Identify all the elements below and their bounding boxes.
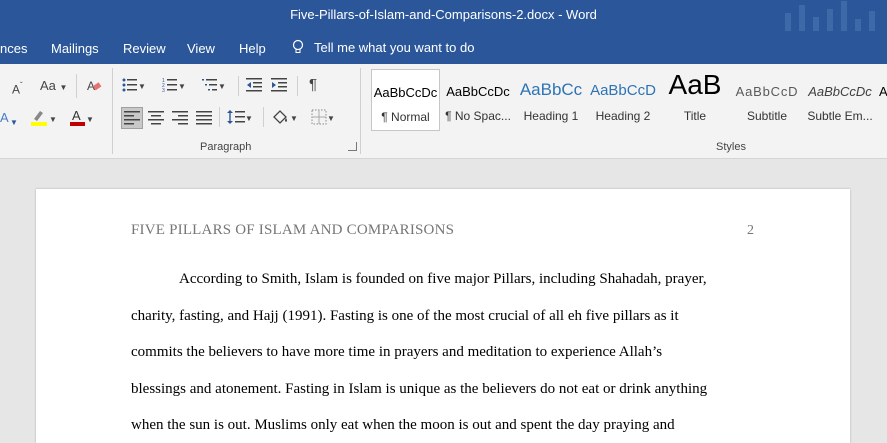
style-preview: AaBbCcDc [446,84,510,99]
font-size-decrease-button[interactable]: Aˇ [12,78,23,97]
style-preview: A [879,84,887,99]
paint-bucket-icon [273,110,287,124]
svg-text:A: A [0,110,9,125]
align-center-button[interactable] [148,110,164,130]
bullets-icon [122,78,137,92]
styles-gallery: AaBbCcDc ¶ Normal AaBbCcDc ¶ No Spac... … [369,69,887,131]
style-heading-2[interactable]: AaBbCcD Heading 2 [589,69,657,129]
decrease-indent-button[interactable] [246,77,262,97]
styles-group-label: Styles [716,141,746,153]
bullets-button[interactable]: ▼ [122,77,146,97]
style-no-spacing[interactable]: AaBbCcDc ¶ No Spac... [443,69,513,129]
style-preview: AaBbCcD [735,84,799,99]
style-name: Heading 1 [523,109,579,123]
title-bar-pattern [777,0,887,31]
style-preview: AaBbCcD [590,82,656,99]
tab-references[interactable]: nces [0,41,27,56]
paragraph-line: commits the believers to have more time … [131,344,663,360]
list-divider [238,76,239,96]
window-title: Five-Pillars-of-Islam-and-Comparisons-2.… [290,7,597,22]
align-left-button[interactable] [121,107,143,129]
indent-divider [297,76,298,96]
shading-button[interactable]: ▼ [272,109,298,129]
line-spacing-icon [227,110,245,124]
justify-button[interactable] [196,110,212,130]
decrease-indent-icon [246,78,262,92]
style-heading-1[interactable]: AaBbCc Heading 1 [517,69,585,129]
style-name: ¶ No Spac... [445,109,511,123]
change-case-label: Aa [40,78,56,93]
page-number: 2 [747,223,754,238]
ribbon: Aˇ Aa ▼ A A ▼ ▼ A ▼ ▼ 1 2 3 ▼ ▼ ¶ ▼ ▼ ▼ … [0,64,887,159]
style-preview: AaBbCc [519,80,583,99]
tab-help[interactable]: Help [239,41,266,56]
increase-indent-icon [271,78,287,92]
tell-me-box[interactable]: Tell me what you want to do [292,39,474,55]
align-right-icon [172,111,188,125]
justify-icon [196,111,212,125]
group-divider-paragraph [360,68,361,154]
paragraph-dialog-launcher[interactable] [348,142,357,151]
borders-button[interactable]: ▼ [311,109,335,129]
document-page[interactable]: FIVE PILLARS OF ISLAM AND COMPARISONS 2 … [36,189,850,443]
eraser-icon: A [87,79,102,93]
clear-formatting-button[interactable]: A [86,77,102,97]
style-name: Subtle Em... [807,109,873,123]
paragraph-line: According to Smith, Islam is founded on … [179,271,707,287]
font-color-button[interactable]: A ▼ [70,108,94,130]
paragraph-line: when the sun is out. Muslims only eat wh… [131,417,675,433]
tab-mailings[interactable]: Mailings [51,41,99,56]
increase-indent-button[interactable] [271,77,287,97]
show-formatting-button[interactable]: ¶ [309,77,317,93]
style-name: Subtitle [746,109,788,123]
borders-icon [311,109,327,125]
multilevel-list-button[interactable]: ▼ [202,77,226,97]
numbering-icon: 123 [162,78,177,94]
font-size-small-label: A [12,82,21,97]
style-preview: AaBbCcDc [808,84,872,99]
pilcrow-icon: ¶ [309,76,318,93]
highlight-color-button[interactable]: ▼ [31,108,57,130]
align-divider [219,107,220,127]
lightbulb-icon [292,39,304,53]
align-left-icon [124,111,140,125]
svg-text:3: 3 [162,88,165,93]
group-divider-font [112,68,113,154]
change-case-button[interactable]: Aa ▼ [40,78,67,96]
page-header: FIVE PILLARS OF ISLAM AND COMPARISONS [131,222,455,238]
font-color-icon: A [70,108,85,126]
style-name: ¶ Normal [381,110,430,124]
ribbon-tab-bar: nces Mailings Review View Help Tell me w… [0,31,887,64]
numbering-button[interactable]: 1 2 3 ▼ [162,77,186,97]
paragraph-group-label: Paragraph [200,141,252,153]
style-subtitle[interactable]: AaBbCcD Subtitle [733,69,801,129]
style-name: Title [683,109,707,123]
title-bar: Five-Pillars-of-Islam-and-Comparisons-2.… [0,0,887,31]
line-spacing-button[interactable]: ▼ [227,109,253,129]
style-title[interactable]: AaB Title [661,69,729,129]
tab-review[interactable]: Review [123,41,166,56]
align-right-button[interactable] [172,110,188,130]
svg-text:A: A [72,108,81,123]
multilevel-list-icon [202,79,217,91]
style-next[interactable]: A [879,69,887,129]
spacing-divider [263,107,264,127]
tab-view[interactable]: View [187,41,215,56]
style-normal[interactable]: AaBbCcDc ¶ Normal [371,69,440,131]
style-subtle-emphasis[interactable]: AaBbCcDc Subtle Em... [805,69,875,129]
tell-me-text: Tell me what you want to do [314,40,475,55]
paragraph-line: blessings and atonement. Fasting in Isla… [131,381,708,397]
highlighter-icon [31,111,47,126]
text-effects-icon: A [0,110,9,125]
font-divider [76,74,77,98]
style-name: Heading 2 [595,109,651,123]
align-center-icon [148,111,164,125]
style-preview: AaBbCcDc [373,85,438,100]
paragraph-line: charity, fasting, and Hajj (1991). Fasti… [131,308,679,324]
style-preview: AaB [668,69,722,100]
text-effects-button[interactable]: A ▼ [0,109,18,131]
